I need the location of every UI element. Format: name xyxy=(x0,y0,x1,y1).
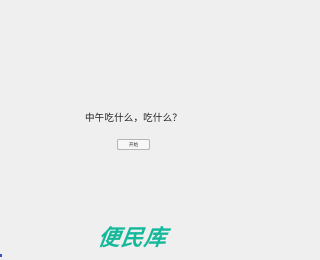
lunch-picker-page: 中午吃什么，吃什么？ 开始 便民库 xyxy=(0,0,267,260)
bianminku-logo: 便民库 xyxy=(96,226,169,251)
corner-mark xyxy=(0,254,2,257)
lunch-question: 中午吃什么，吃什么？ xyxy=(84,113,182,124)
start-button[interactable]: 开始 xyxy=(117,139,150,150)
